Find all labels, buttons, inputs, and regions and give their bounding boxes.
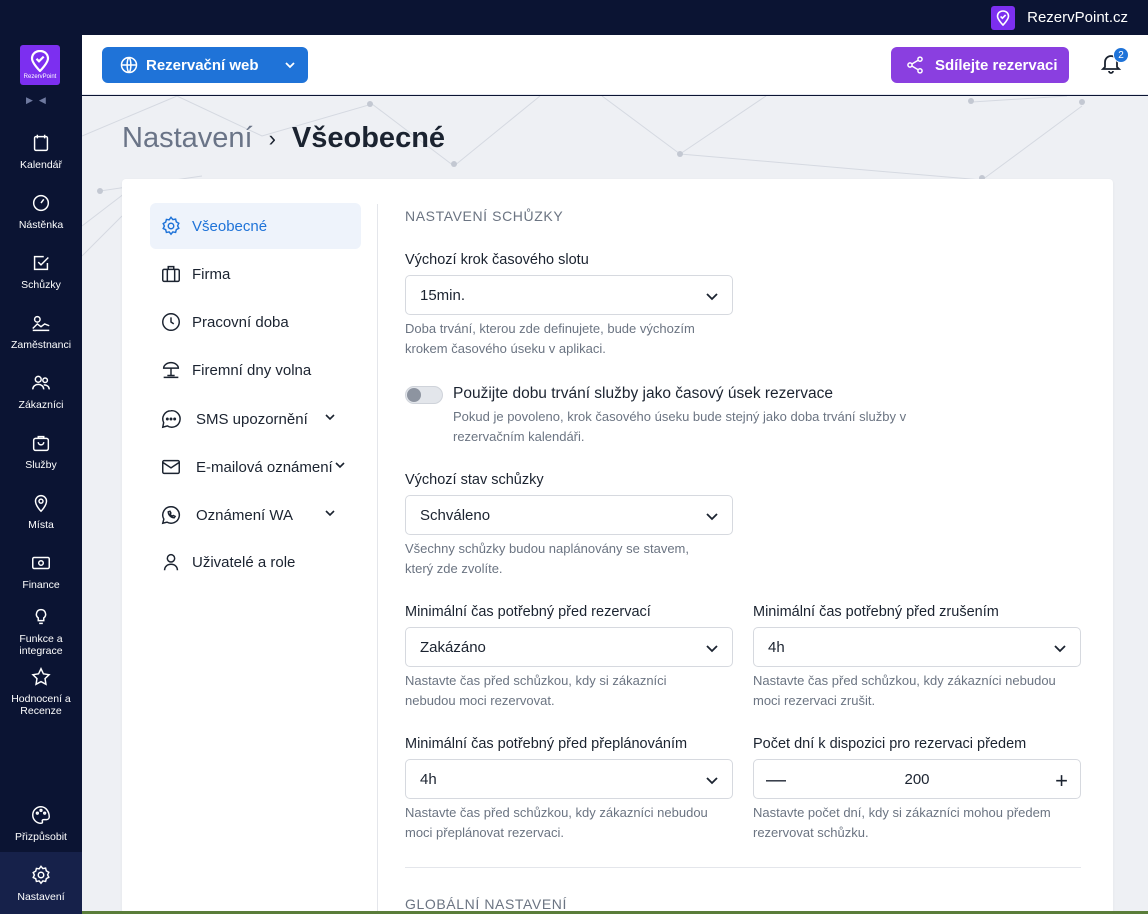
sidebar-item-customize[interactable]: Přizpůsobit [0, 804, 82, 843]
star-icon [31, 667, 51, 686]
app-logo[interactable]: RezervPoint [20, 45, 60, 85]
calendar-icon [33, 134, 49, 152]
gear-icon [32, 865, 50, 885]
palette-icon [32, 806, 50, 824]
settings-menu-general[interactable]: Všeobecné [150, 203, 361, 249]
days-ahead-label: Počet dní k dispozici pro rezervaci před… [753, 736, 1027, 752]
default-status-help: Všechny schůzky budou naplánovány se sta… [405, 541, 690, 576]
location-icon [34, 495, 48, 513]
settings-menu-working-hours[interactable]: Pracovní doba [150, 299, 361, 345]
days-ahead-value[interactable]: 200 [904, 771, 929, 788]
min-before-cancel-label: Minimální čas potřebný před zrušením [753, 604, 999, 620]
sidebar-item-dashboard[interactable]: Nástěnka [0, 192, 82, 231]
section-divider [405, 867, 1081, 868]
min-before-cancel-help: Nastavte čas před schůzkou, kdy zákazníc… [753, 673, 1056, 708]
sidebar: RezervPoint ▶◀ Kalendář Nástěnka Schůzky… [0, 35, 82, 914]
chevron-down-icon [325, 510, 335, 517]
gear-icon [162, 216, 180, 236]
bag-icon [32, 435, 50, 452]
header: Rezervační web Sdílejte rezervaci 2 [82, 35, 1148, 95]
settings-menu-whatsapp[interactable]: Oznámení WA [150, 492, 361, 538]
collapse-arrows-icon[interactable]: ▶◀ [26, 95, 52, 106]
days-ahead-stepper: — 200 + [753, 759, 1081, 799]
slot-step-select[interactable]: 15min. [405, 275, 733, 315]
settings-menu-company[interactable]: Firma [150, 251, 361, 297]
bulb-icon [35, 608, 47, 625]
min-before-booking-help: Nastavte čas před schůzkou, kdy si zákaz… [405, 673, 667, 708]
min-before-booking-select[interactable]: Zakázáno [405, 627, 733, 667]
briefcase-icon [162, 265, 180, 283]
chevron-down-icon [285, 62, 295, 69]
sidebar-item-settings[interactable]: Nastavení [0, 852, 82, 914]
sidebar-item-features[interactable]: Funkce a integrace [0, 606, 82, 657]
min-before-booking-label: Minimální čas potřebný před rezervací [405, 604, 651, 620]
slot-step-label: Výchozí krok časového slotu [405, 252, 589, 268]
days-ahead-help: Nastavte počet dní, kdy si zákazníci moh… [753, 805, 1051, 840]
default-status-label: Výchozí stav schůzky [405, 472, 544, 488]
min-before-reschedule-select[interactable]: 4h [405, 759, 733, 799]
settings-menu-users[interactable]: Uživatelé a role [150, 539, 361, 585]
service-duration-title: Použijte dobu trvání služby jako časový … [453, 385, 833, 402]
default-status-select[interactable]: Schváleno [405, 495, 733, 535]
system-bar: RezervPoint.cz [0, 0, 1148, 35]
checkbox-icon [33, 255, 49, 271]
min-before-reschedule-help: Nastavte čas před schůzkou, kdy zákazníc… [405, 805, 708, 840]
chevron-down-icon [706, 293, 718, 301]
sidebar-item-calendar[interactable]: Kalendář [0, 132, 82, 171]
service-duration-toggle[interactable] [405, 386, 443, 404]
min-before-cancel-select[interactable]: 4h [753, 627, 1081, 667]
breadcrumb: Nastavení › Všeobecné [122, 122, 445, 155]
plus-icon[interactable]: + [1055, 768, 1068, 794]
minus-icon[interactable]: — [766, 769, 786, 792]
globe-icon [120, 56, 138, 74]
chevron-down-icon [325, 414, 335, 421]
sidebar-item-locations[interactable]: Místa [0, 492, 82, 531]
mail-icon [162, 459, 180, 475]
sidebar-item-employees[interactable]: Zaměstnanci [0, 312, 82, 351]
page-title: Všeobecné [291, 122, 446, 154]
section-title: NASTAVENÍ SCHŮZKY [405, 208, 564, 224]
notification-badge: 2 [1113, 47, 1129, 63]
sidebar-item-customers[interactable]: Zákazníci [0, 372, 82, 411]
customers-icon [32, 375, 50, 390]
global-settings-title: GLOBÁLNÍ NASTAVENÍ [405, 896, 567, 912]
user-icon [163, 553, 179, 571]
beach-icon [162, 361, 180, 379]
sidebar-item-appointments[interactable]: Schůzky [0, 252, 82, 291]
chat-icon [161, 410, 181, 429]
chevron-down-icon [706, 777, 718, 785]
brand-name: RezervPoint.cz [1027, 9, 1128, 26]
settings-menu-email[interactable]: E-mailová oznámení [150, 444, 361, 490]
chevron-right-icon: › [268, 125, 276, 151]
share-icon [907, 56, 923, 74]
chevron-down-icon [706, 645, 718, 653]
whatsapp-icon [161, 506, 181, 525]
employees-icon [32, 315, 50, 332]
chevron-down-icon [1054, 645, 1066, 653]
service-duration-help: Pokud je povoleno, krok časového úseku b… [453, 409, 907, 444]
clock-icon [162, 313, 180, 331]
menu-divider [377, 204, 378, 914]
min-before-reschedule-label: Minimální čas potřebný před přeplánování… [405, 736, 688, 752]
settings-menu-sms[interactable]: SMS upozornění [150, 396, 361, 442]
booking-web-button[interactable]: Rezervační web [102, 47, 308, 83]
slot-step-help: Doba trvání, kterou zde definujete, bude… [405, 321, 695, 356]
chevron-down-icon [335, 462, 345, 469]
brand-logo-icon [991, 5, 1016, 30]
chevron-down-icon [706, 513, 718, 521]
sidebar-item-finance[interactable]: Finance [0, 552, 82, 591]
settings-menu-days-off[interactable]: Firemní dny volna [150, 347, 361, 393]
settings-card: Všeobecné Firma Pracovní doba Firemní dn… [122, 179, 1113, 914]
share-booking-button[interactable]: Sdílejte rezervaci [891, 47, 1069, 83]
dashboard-icon [32, 194, 50, 212]
web-dropdown-toggle[interactable] [272, 47, 308, 83]
sidebar-item-services[interactable]: Služby [0, 432, 82, 471]
sidebar-item-reviews[interactable]: Hodnocení a Recenze [0, 666, 82, 717]
breadcrumb-parent[interactable]: Nastavení [122, 122, 253, 155]
logo-text: RezervPoint [23, 74, 57, 80]
money-icon [32, 556, 50, 570]
